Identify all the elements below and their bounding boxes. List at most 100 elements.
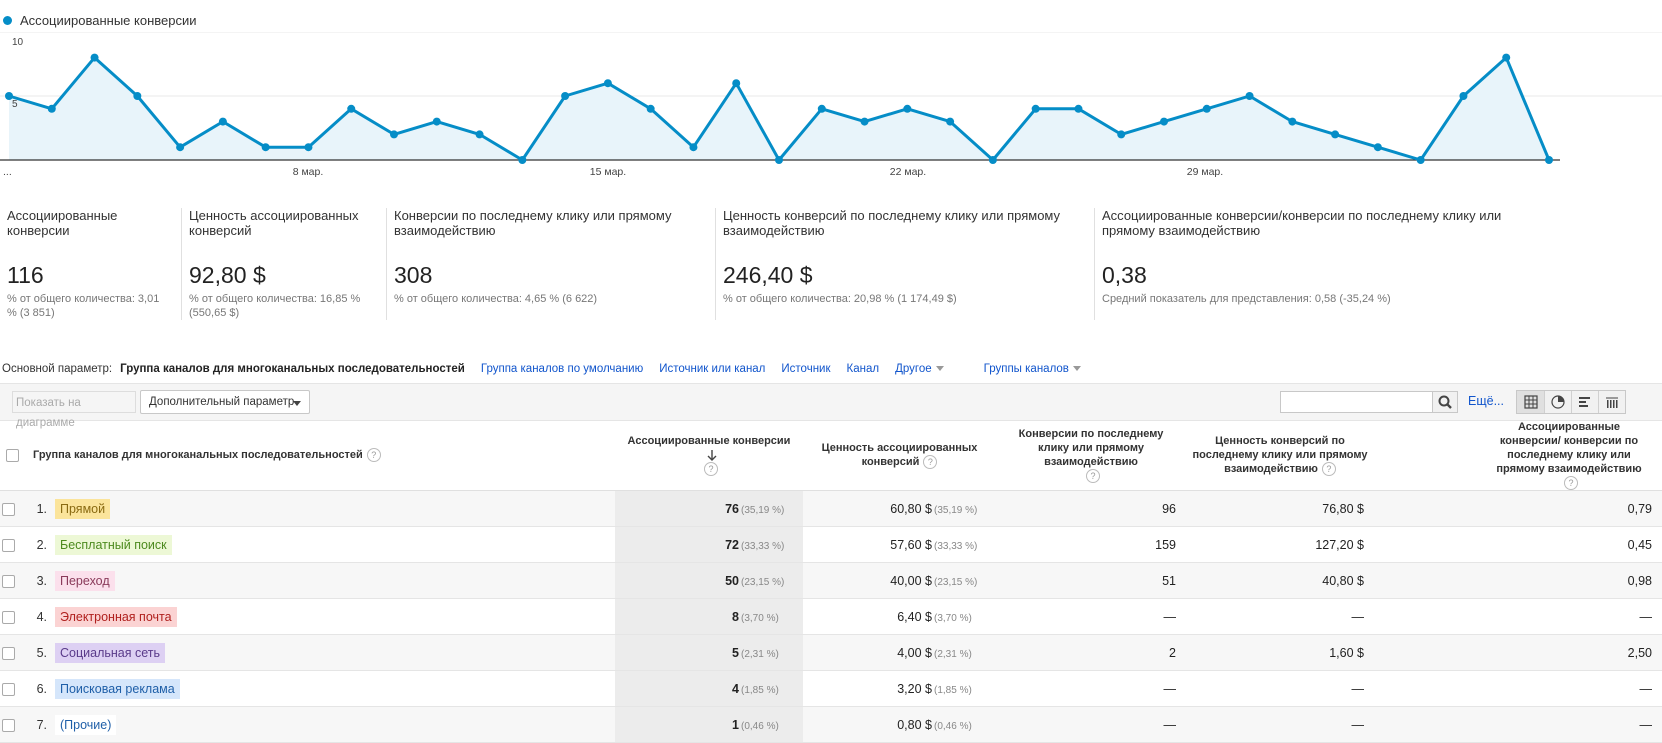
line-chart: 10 5... 8 мар. 15 мар. 22 мар. 29 мар.: [0, 32, 1662, 178]
row-checkbox[interactable]: [2, 610, 15, 624]
comparison-view-icon: [1606, 397, 1618, 408]
table-row: 3. Переход 50 (23,15 %) 40,00 $ (23,15 %) 51 40…: [0, 562, 1662, 600]
help-icon[interactable]: ?: [1321, 462, 1336, 477]
help-icon[interactable]: ?: [1086, 469, 1100, 484]
cell-ratio: 0,79: [1374, 490, 1662, 528]
channel-group-link[interactable]: Социальная сеть: [55, 642, 165, 663]
comparison-view-button[interactable]: [1598, 391, 1625, 413]
chevron-down-icon: [935, 366, 944, 372]
dimension-other-dropdown[interactable]: Другое: [895, 363, 944, 375]
cell-value: 1: [732, 717, 739, 732]
column-header-assisted-value[interactable]: Ценность ассоциированных конверсий?: [803, 420, 996, 492]
cell-channel-group: 5. Социальная сеть: [0, 634, 615, 672]
cell-percent: (2,31 %): [934, 648, 972, 660]
cell-last-click-value: 76,80 $: [1186, 490, 1374, 528]
row-checkbox[interactable]: [2, 538, 15, 552]
data-point: [1202, 104, 1211, 113]
channel-groups-dropdown[interactable]: Группы каналов: [984, 363, 1081, 375]
column-header-assisted-conversions[interactable]: Ассоциированные конверсии ?: [615, 420, 803, 492]
column-header-last-click-conversions[interactable]: Конверсии по последнему клику или прямом…: [996, 420, 1186, 492]
dimension-link-source[interactable]: Источник: [781, 363, 830, 375]
row-index: 4.: [36, 609, 47, 624]
table-row: 6. Поисковая реклама 4 (1,85 %) 3,20 $ (1,85 …: [0, 670, 1662, 708]
channel-group-link[interactable]: Электронная почта: [55, 606, 177, 627]
cell-ratio: 0,98: [1374, 562, 1662, 600]
cell-assisted-conversions: 5 (2,31 %): [615, 634, 803, 672]
cell-percent: (1,85 %): [934, 684, 972, 696]
table-row: 7. (Прочие) 1 (0,46 %) 0,80 $ (0,46 %) — — —: [0, 706, 1662, 743]
row-checkbox[interactable]: [2, 574, 15, 588]
cell-assisted-conversions: 8 (3,70 %): [615, 598, 803, 636]
select-all-checkbox[interactable]: [6, 448, 19, 462]
metric-last-click-conversions[interactable]: Конверсии по последнему клику или прямом…: [386, 208, 706, 320]
column-header-label: Ценность ассоциированных конверсий: [821, 442, 978, 468]
row-checkbox[interactable]: [2, 502, 15, 516]
cell-value: 6,40 $: [897, 609, 932, 624]
cell-last-click-conversions: 51: [996, 562, 1186, 600]
cell-percent: (35,19 %): [741, 504, 785, 516]
x-tick-label: 29 мар.: [1187, 166, 1223, 178]
data-point: [732, 79, 741, 88]
help-icon[interactable]: ?: [1564, 476, 1578, 491]
help-icon[interactable]: ?: [366, 448, 381, 463]
metric-value: 308: [394, 262, 433, 288]
cell-ratio: 0,45: [1374, 526, 1662, 564]
view-switcher: [1516, 390, 1626, 414]
x-tick-label: ...: [3, 166, 12, 178]
data-point: [988, 156, 997, 164]
help-icon[interactable]: ?: [704, 462, 718, 477]
cell-assisted-value: 6,40 $ (3,70 %): [803, 598, 996, 636]
cell-value: 40,00 $: [890, 573, 932, 588]
metric-value: 116: [7, 262, 44, 288]
column-header-label: Ассоциированные конверсии: [627, 435, 791, 447]
plot-rows-button[interactable]: Показать на диаграмме: [12, 391, 136, 429]
metric-ratio[interactable]: Ассоциированные конверсии/конверсии по п…: [1094, 208, 1544, 320]
row-checkbox[interactable]: [2, 646, 15, 660]
pie-view-button[interactable]: [1544, 391, 1571, 413]
more-options-link[interactable]: Ещё...: [1468, 394, 1504, 408]
data-point: [47, 104, 56, 113]
table-view-button[interactable]: [1517, 391, 1544, 413]
cell-channel-group: 6. Поисковая реклама: [0, 670, 615, 708]
column-header-last-click-value[interactable]: Ценность конверсий по последнему клику и…: [1186, 420, 1374, 492]
channel-group-link[interactable]: Прямой: [55, 498, 111, 519]
cell-channel-group: 2. Бесплатный поиск: [0, 526, 615, 564]
channel-group-link[interactable]: (Прочие): [55, 714, 117, 735]
search-icon: [1438, 395, 1452, 409]
search-button[interactable]: [1432, 391, 1458, 413]
cell-value: 60,80 $: [890, 501, 932, 516]
row-index: 6.: [36, 681, 47, 696]
metric-value: 246,40 $: [723, 262, 813, 288]
help-icon[interactable]: ?: [923, 455, 938, 470]
metric-assisted-value[interactable]: Ценность ассоциированных конверсий 92,80…: [181, 208, 377, 320]
cell-assisted-value: 4,00 $ (2,31 %): [803, 634, 996, 672]
channel-group-link[interactable]: Поисковая реклама: [55, 678, 180, 699]
column-header-label: Группа каналов для многоканальных послед…: [33, 449, 363, 461]
cell-channel-group: 4. Электронная почта: [0, 598, 615, 636]
x-tick-label: 8 мар.: [293, 166, 324, 178]
dimension-link-medium[interactable]: Канал: [847, 363, 880, 375]
column-header-ratio[interactable]: Ассоциированные конверсии/ конверсии по …: [1374, 420, 1662, 492]
cell-value: 4,00 $: [897, 645, 932, 660]
chart-legend[interactable]: Ассоциированные конверсии: [0, 10, 197, 30]
secondary-dimension-dropdown[interactable]: Дополнительный параметр: [140, 390, 310, 414]
metric-assisted-conversions[interactable]: Ассоциированные конверсии 116 % от общег…: [0, 208, 172, 320]
chevron-down-icon: [293, 401, 301, 406]
column-header-channel-group: Группа каналов для многоканальных послед…: [0, 420, 615, 492]
cell-percent: (33,33 %): [934, 540, 978, 552]
channel-group-link[interactable]: Бесплатный поиск: [55, 534, 172, 555]
row-checkbox[interactable]: [2, 682, 15, 696]
data-point: [1545, 156, 1553, 164]
channel-group-link[interactable]: Переход: [55, 570, 115, 591]
cell-value: 76: [725, 501, 739, 516]
pie-view-icon: [1551, 395, 1565, 409]
cell-last-click-value: 40,80 $: [1186, 562, 1374, 600]
cell-value: 3,20 $: [897, 681, 932, 696]
row-checkbox[interactable]: [2, 718, 15, 732]
dimension-link-source-medium[interactable]: Источник или канал: [659, 363, 765, 375]
cell-channel-group: 1. Прямой: [0, 490, 615, 528]
performance-view-button[interactable]: [1571, 391, 1598, 413]
metric-last-click-value[interactable]: Ценность конверсий по последнему клику и…: [715, 208, 1085, 320]
dimension-link-default-channel[interactable]: Группа каналов по умолчанию: [481, 363, 643, 375]
table-search-input[interactable]: [1280, 391, 1433, 413]
